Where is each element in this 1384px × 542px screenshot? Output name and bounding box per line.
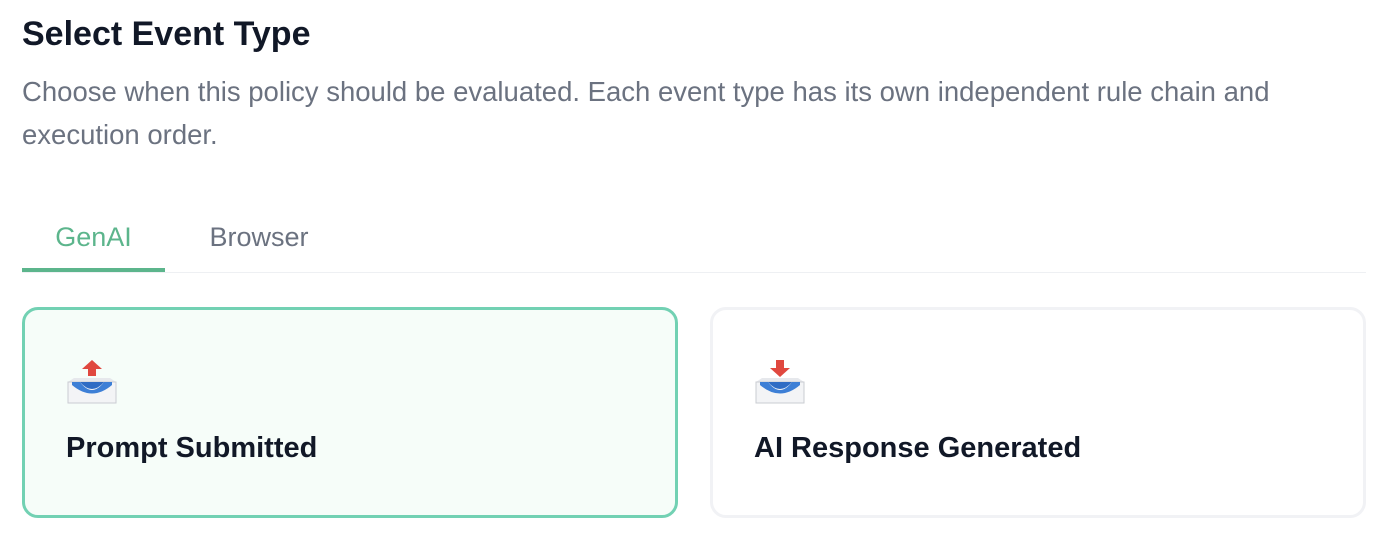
page-title: Select Event Type <box>22 15 311 53</box>
event-card-ai-response-generated[interactable]: AI Response Generated <box>710 307 1366 518</box>
event-category-tabs: GenAI Browser <box>22 208 1366 273</box>
tab-genai[interactable]: GenAI <box>22 208 165 272</box>
inbox-tray-icon <box>755 360 805 404</box>
tab-browser[interactable]: Browser <box>186 208 332 272</box>
page-description: Choose when this policy should be evalua… <box>22 76 1270 150</box>
event-card-prompt-submitted[interactable]: Prompt Submitted <box>22 307 678 518</box>
event-card-label: AI Response Generated <box>754 432 1082 464</box>
outbox-tray-icon <box>67 360 117 404</box>
event-card-label: Prompt Submitted <box>66 432 318 464</box>
